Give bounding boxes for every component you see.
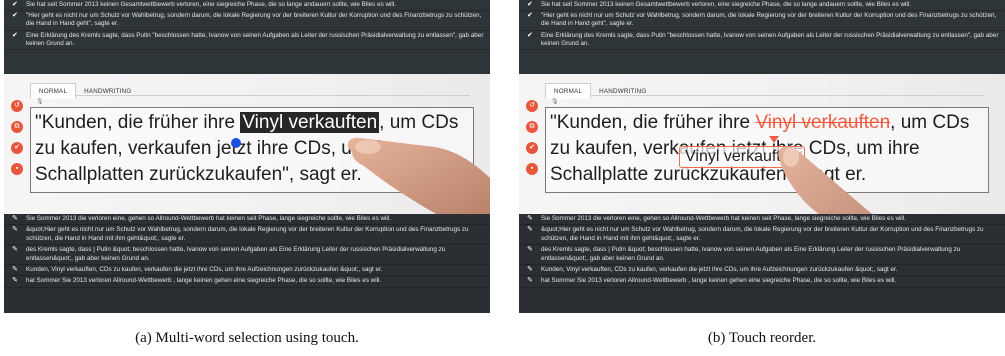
- list-item[interactable]: ✔ Eine Erklärung des Kremls sagte, dass P…: [519, 31, 1005, 51]
- sentence-text: "Hier geht es nicht nur um Schutz vor Wa…: [26, 12, 482, 28]
- list-item[interactable]: ✎ &quot;Hier geht es nicht nur um Schutz …: [519, 225, 1005, 246]
- completed-sentence-list: ✔ Sie hat seit Sommer 2013 keinen Gesamtw…: [519, 0, 1005, 74]
- list-item[interactable]: ✔ "Hier geht es nicht nur um Schutz vor W…: [4, 11, 490, 31]
- list-item[interactable]: ✎ Sie Sommer 2013 die verloren eine, gehe…: [519, 214, 1005, 226]
- microphone-icon[interactable]: 🎙: [551, 98, 559, 105]
- sentence-text: Sie Sommer 2013 die verloren eine, gehen…: [26, 215, 391, 222]
- editor-text-start: "Kunden, die früher ihre: [550, 112, 756, 133]
- pencil-icon[interactable]: ✎: [12, 226, 18, 234]
- figure-caption-b: (b) Touch reorder.: [707, 330, 817, 346]
- pencil-icon[interactable]: ✎: [12, 266, 18, 274]
- sentence-text: Sie hat seit Sommer 2013 keinen Gesamtwe…: [26, 1, 396, 8]
- panel-touch-reorder: ✔ Sie hat seit Sommer 2013 keinen Gesamtw…: [519, 0, 1005, 313]
- input-mode-tabs: NORMAL HANDWRITING: [30, 80, 470, 99]
- sentence-text: Kunden, Vinyl verkauften, CDs zu kaufen,…: [541, 266, 898, 274]
- list-item[interactable]: ✎ des Kremls sagte, dass | Putin &quot; b…: [4, 245, 490, 266]
- microphone-icon[interactable]: 🎙: [36, 98, 44, 105]
- panel-multi-word-selection: ✔ Sie hat seit Sommer 2013 keinen Gesamtw…: [4, 0, 490, 313]
- finger-touch: [347, 137, 490, 217]
- checkmark-icon: ✔: [12, 12, 18, 20]
- editor-area: ↺ ⧉ ✔ ▪ NORMAL HANDWRITING 🎙 "Kunden, die…: [519, 74, 1005, 288]
- editor-text-start: "Kunden, die früher ihre: [35, 112, 241, 133]
- edited-sentence-list: ✎ Sie Sommer 2013 die verloren eine, gehe…: [519, 214, 1005, 313]
- pencil-icon[interactable]: ✎: [527, 246, 533, 254]
- sentence-text: &quot;Hier geht es nicht nur um Schutz v…: [26, 226, 469, 242]
- sentence-text: Eine Erklärung des Kremls sagte, dass Pu…: [541, 31, 999, 47]
- sentence-text: des Kremls sagte, dass | Putin &quot; be…: [541, 246, 961, 262]
- confirm-icon[interactable]: ✔: [526, 142, 538, 154]
- list-item[interactable]: ✎ &quot;Hier geht es nicht nur um Schutz …: [4, 225, 490, 246]
- pencil-icon[interactable]: ✎: [12, 246, 18, 254]
- sentence-text: Kunden, Vinyl verkauften, CDs zu kaufen,…: [26, 266, 383, 274]
- sentence-text: hat Sommer Sie 2013 verloren Allround-We…: [26, 277, 382, 285]
- tab-normal[interactable]: NORMAL: [545, 83, 592, 99]
- sentence-text: Sie Sommer 2013 die verloren eine, gehen…: [541, 215, 906, 222]
- list-item[interactable]: ✔ Eine Erklärung des Kremls sagte, dass P…: [4, 31, 490, 51]
- pencil-icon[interactable]: ✎: [527, 226, 533, 234]
- list-item[interactable]: ✔ Sie hat seit Sommer 2013 keinen Gesamtw…: [4, 0, 490, 12]
- sentence-text: Sie hat seit Sommer 2013 keinen Gesamtwe…: [541, 1, 911, 8]
- input-mode-tabs: NORMAL HANDWRITING: [545, 80, 985, 99]
- tab-normal[interactable]: NORMAL: [30, 83, 77, 99]
- selection-handle[interactable]: [231, 138, 241, 148]
- checkmark-icon: ✔: [527, 31, 533, 39]
- delete-icon[interactable]: ▪: [11, 163, 23, 175]
- copy-icon[interactable]: ⧉: [11, 121, 23, 133]
- checkmark-icon: ✔: [12, 1, 18, 8]
- tab-handwriting[interactable]: HANDWRITING: [591, 84, 654, 100]
- checkmark-icon: ✔: [527, 12, 533, 20]
- edited-sentence-list: ✎ Sie Sommer 2013 die verloren eine, gehe…: [4, 214, 490, 313]
- list-item[interactable]: ✎ Kunden, Vinyl verkauften, CDs zu kaufen…: [4, 265, 490, 277]
- struck-words: Vinyl verkauften: [755, 112, 891, 133]
- list-item[interactable]: ✔ Sie hat seit Sommer 2013 keinen Gesamtw…: [519, 0, 1005, 12]
- list-item[interactable]: ✎ hat Sommer Sie 2013 verloren Allround-W…: [4, 276, 490, 288]
- list-item[interactable]: ✎ des Kremls sagte, dass | Putin &quot; b…: [519, 245, 1005, 266]
- pencil-icon[interactable]: ✎: [12, 277, 18, 285]
- sentence-text: Eine Erklärung des Kremls sagte, dass Pu…: [26, 31, 484, 47]
- sentence-text: "Hier geht es nicht nur um Schutz vor Wa…: [541, 12, 997, 28]
- copy-icon[interactable]: ⧉: [526, 121, 538, 133]
- pencil-icon[interactable]: ✎: [527, 277, 533, 285]
- checkmark-icon: ✔: [527, 1, 533, 8]
- checkmark-icon: ✔: [12, 31, 18, 39]
- pencil-icon[interactable]: ✎: [12, 215, 18, 223]
- editor-area: ↺ ⧉ ✔ ▪ NORMAL HANDWRITING 🎙 "Kunden, die…: [4, 74, 490, 217]
- list-item[interactable]: ✎ Kunden, Vinyl verkauften, CDs zu kaufen…: [519, 265, 1005, 277]
- undo-icon[interactable]: ↺: [526, 100, 538, 112]
- sentence-text: des Kremls sagte, dass | Putin &quot; be…: [26, 246, 446, 262]
- confirm-icon[interactable]: ✔: [11, 142, 23, 154]
- list-item[interactable]: ✎ Sie Sommer 2013 die verloren eine, gehe…: [4, 214, 490, 226]
- list-item[interactable]: ✔ "Hier geht es nicht nur um Schutz vor W…: [519, 11, 1005, 31]
- list-item[interactable]: ✎ hat Sommer Sie 2013 verloren Allround-W…: [519, 276, 1005, 288]
- undo-icon[interactable]: ↺: [11, 100, 23, 112]
- pencil-icon[interactable]: ✎: [527, 266, 533, 274]
- figure-caption-a: (a) Multi-word selection using touch.: [135, 330, 359, 346]
- completed-sentence-list: ✔ Sie hat seit Sommer 2013 keinen Gesamtw…: [4, 0, 490, 74]
- pencil-icon[interactable]: ✎: [527, 215, 533, 223]
- sentence-text: &quot;Hier geht es nicht nur um Schutz v…: [541, 226, 984, 242]
- insertion-marker: [769, 136, 779, 143]
- sentence-text: hat Sommer Sie 2013 verloren Allround-We…: [541, 277, 897, 285]
- tab-handwriting[interactable]: HANDWRITING: [76, 84, 139, 100]
- delete-icon[interactable]: ▪: [526, 163, 538, 175]
